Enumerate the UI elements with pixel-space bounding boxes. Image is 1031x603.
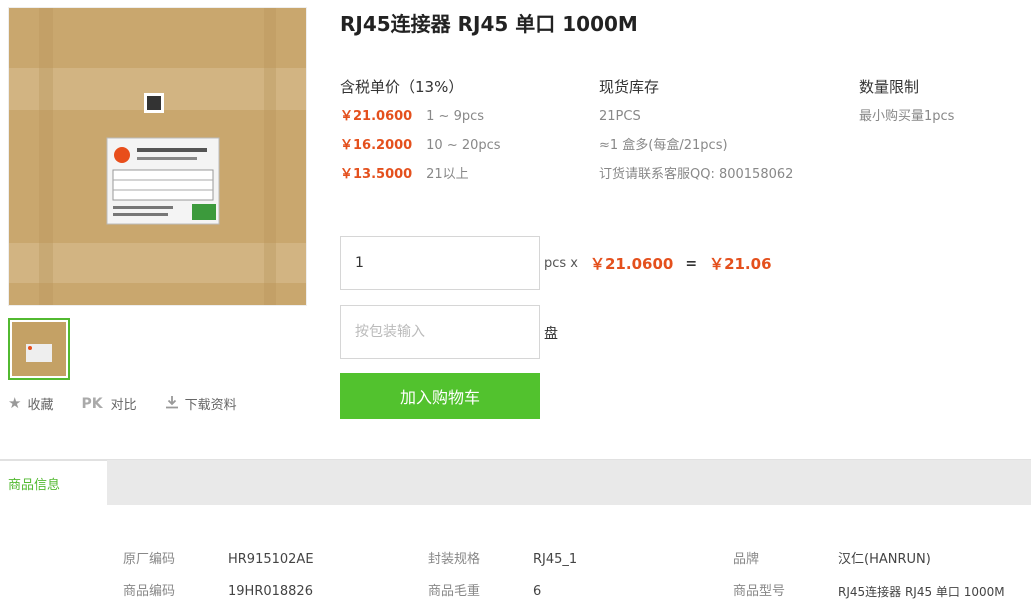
spec-value: 6 <box>533 584 542 599</box>
product-package-photo <box>9 8 306 305</box>
spec-value: RJ45连接器 RJ45 单口 1000M <box>838 585 1005 599</box>
spec-row: 原厂编码 HR915102AE <box>123 551 314 583</box>
tier-range: 10 ~ 20pcs <box>426 138 501 153</box>
spec-label: 封装规格 <box>428 552 481 567</box>
tier-price: ￥13.5000 <box>340 167 413 182</box>
spec-value: HR915102AE <box>228 552 314 567</box>
quantity-limit: 数量限制 最小购买量1pcs <box>859 76 954 137</box>
price-calculation: pcs x ￥21.0600 = ￥21.06 <box>544 253 772 274</box>
price-tier-row: ￥16.2000 10 ~ 20pcs <box>340 137 501 166</box>
package-unit-label: 盘 <box>544 326 558 342</box>
spec-label: 原厂编码 <box>123 552 176 567</box>
stock-info: 现货库存 21PCS ≈1 盒多(每盒/21pcs) 订货请联系客服QQ: 80… <box>599 76 793 195</box>
stock-line: ≈1 盒多(每盒/21pcs) <box>599 138 728 153</box>
product-main-image[interactable] <box>8 7 307 306</box>
price-tier-row: ￥13.5000 21以上 <box>340 166 501 195</box>
stock-header: 现货库存 <box>599 78 660 96</box>
unit-price: ￥21.0600 <box>590 255 674 273</box>
stock-line: 21PCS <box>599 109 641 124</box>
price-header: 含税单价（13%） <box>340 78 464 96</box>
spec-row: 品牌 汉仁(HANRUN) <box>733 551 1005 583</box>
total-price: ￥21.06 <box>709 255 772 273</box>
limit-line: 最小购买量1pcs <box>859 109 955 124</box>
download-button[interactable]: 下载资料 <box>165 394 237 413</box>
product-actions: ★ 收藏 PK 对比 下载资料 <box>8 394 265 414</box>
package-quantity-input[interactable] <box>340 305 540 359</box>
tier-range: 1 ~ 9pcs <box>426 109 485 124</box>
spec-value: 汉仁(HANRUN) <box>838 552 931 567</box>
spec-label: 商品编码 <box>123 584 176 599</box>
equals-sign: = <box>685 255 698 272</box>
spec-label: 商品毛重 <box>428 584 481 599</box>
spec-column-1: 原厂编码 HR915102AE 商品编码 19HR018826 <box>123 551 314 603</box>
tier-range: 21以上 <box>426 167 469 182</box>
star-icon: ★ <box>8 394 22 412</box>
tier-price: ￥16.2000 <box>340 138 413 153</box>
spec-label: 商品型号 <box>733 584 786 599</box>
spec-row: 封装规格 RJ45_1 <box>428 551 577 583</box>
add-to-cart-button[interactable]: 加入购物车 <box>340 373 540 419</box>
favorite-label: 收藏 <box>27 398 54 413</box>
compare-label: 对比 <box>110 398 137 413</box>
tier-price: ￥21.0600 <box>340 109 413 124</box>
limit-header: 数量限制 <box>859 78 920 96</box>
price-tier-row: ￥21.0600 1 ~ 9pcs <box>340 108 501 137</box>
gallery-thumbnail[interactable] <box>8 318 70 380</box>
spec-label: 品牌 <box>733 552 760 567</box>
product-title: RJ45连接器 RJ45 单口 1000M <box>340 12 638 36</box>
download-icon <box>165 395 179 412</box>
spec-row: 商品编码 19HR018826 <box>123 583 314 603</box>
spec-row: 商品毛重 6 <box>428 583 577 603</box>
unit-label: pcs x <box>544 256 578 271</box>
spec-row: 商品型号 RJ45连接器 RJ45 单口 1000M <box>733 583 1005 603</box>
compare-button[interactable]: PK 对比 <box>81 394 137 414</box>
product-thumbnail-icon <box>12 322 66 376</box>
detail-tabbar: 商品信息 <box>0 459 1031 506</box>
spec-value: RJ45_1 <box>533 552 578 567</box>
download-label: 下载资料 <box>184 398 237 413</box>
stock-line: 订货请联系客服QQ: 800158062 <box>599 167 794 182</box>
spec-column-3: 品牌 汉仁(HANRUN) 商品型号 RJ45连接器 RJ45 单口 1000M <box>733 551 1005 603</box>
compare-icon: PK <box>81 395 103 412</box>
spec-column-2: 封装规格 RJ45_1 商品毛重 6 <box>428 551 577 603</box>
price-tiers: 含税单价（13%） ￥21.0600 1 ~ 9pcs ￥16.2000 10 … <box>340 76 501 195</box>
tab-product-info[interactable]: 商品信息 <box>0 460 107 506</box>
quantity-input[interactable] <box>340 236 540 290</box>
spec-value: 19HR018826 <box>228 584 313 599</box>
favorite-button[interactable]: ★ 收藏 <box>8 394 54 414</box>
